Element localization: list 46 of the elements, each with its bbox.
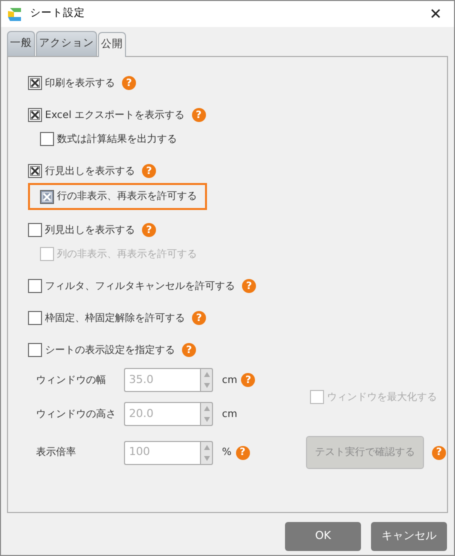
- option-label: Excel エクスポートを表示する: [45, 108, 185, 122]
- number-field[interactable]: 100: [124, 440, 200, 464]
- tab[interactable]: アクション: [36, 31, 97, 56]
- help-icon[interactable]: ?: [241, 373, 256, 387]
- option-label: 列の非表示、再表示を許可する: [57, 248, 197, 262]
- field-label: ウィンドウの高さ: [36, 408, 116, 422]
- option-label: フィルタ、フィルタキャンセルを許可する: [45, 280, 235, 294]
- app-logo-icon: [7, 6, 23, 22]
- option-label: 行の非表示、再表示を許可する: [57, 190, 197, 204]
- help-icon[interactable]: ?: [182, 343, 196, 357]
- option-label: 行見出しを表示する: [45, 164, 135, 178]
- help-icon[interactable]: ?: [192, 311, 206, 325]
- field-label: ウィンドウの幅: [36, 374, 107, 388]
- option-label: 枠固定、枠固定解除を許可する: [45, 312, 185, 326]
- help-icon[interactable]: ?: [142, 223, 156, 237]
- option-label: 印刷を表示する: [45, 76, 115, 90]
- checkbox[interactable]: [28, 223, 42, 237]
- unit-label: %: [222, 446, 232, 460]
- unit-label: cm: [222, 408, 238, 422]
- help-icon[interactable]: ?: [236, 446, 250, 460]
- option-label: 列見出しを表示する: [45, 224, 135, 238]
- tab[interactable]: 公開: [98, 32, 126, 57]
- checkbox[interactable]: [28, 164, 42, 178]
- tab[interactable]: 一般: [7, 31, 35, 56]
- field-label: 表示倍率: [36, 446, 77, 460]
- checkbox[interactable]: [28, 108, 42, 122]
- checkbox[interactable]: [28, 311, 42, 325]
- window-title: シート設定: [30, 6, 85, 22]
- cancel-button[interactable]: キャンセル: [371, 522, 447, 551]
- number-field[interactable]: 20.0: [124, 402, 200, 426]
- help-icon[interactable]: ?: [192, 108, 206, 122]
- checkbox[interactable]: [28, 76, 42, 90]
- checkbox[interactable]: [40, 190, 54, 204]
- help-icon[interactable]: ?: [242, 279, 256, 293]
- help-icon[interactable]: ?: [122, 76, 136, 90]
- checkbox[interactable]: [28, 279, 42, 293]
- option-label: 数式は計算結果を出力する: [57, 132, 177, 146]
- unit-label: cm: [222, 374, 238, 388]
- close-button[interactable]: ✕: [423, 6, 448, 22]
- option-label: シートの表示設定を指定する: [45, 344, 175, 358]
- checkbox[interactable]: [28, 343, 42, 357]
- number-field[interactable]: 35.0: [124, 368, 200, 392]
- option-label: ウィンドウを最大化する: [327, 390, 437, 404]
- checkbox[interactable]: [40, 132, 54, 146]
- ok-button[interactable]: OK: [285, 522, 361, 551]
- help-icon[interactable]: ?: [142, 164, 156, 178]
